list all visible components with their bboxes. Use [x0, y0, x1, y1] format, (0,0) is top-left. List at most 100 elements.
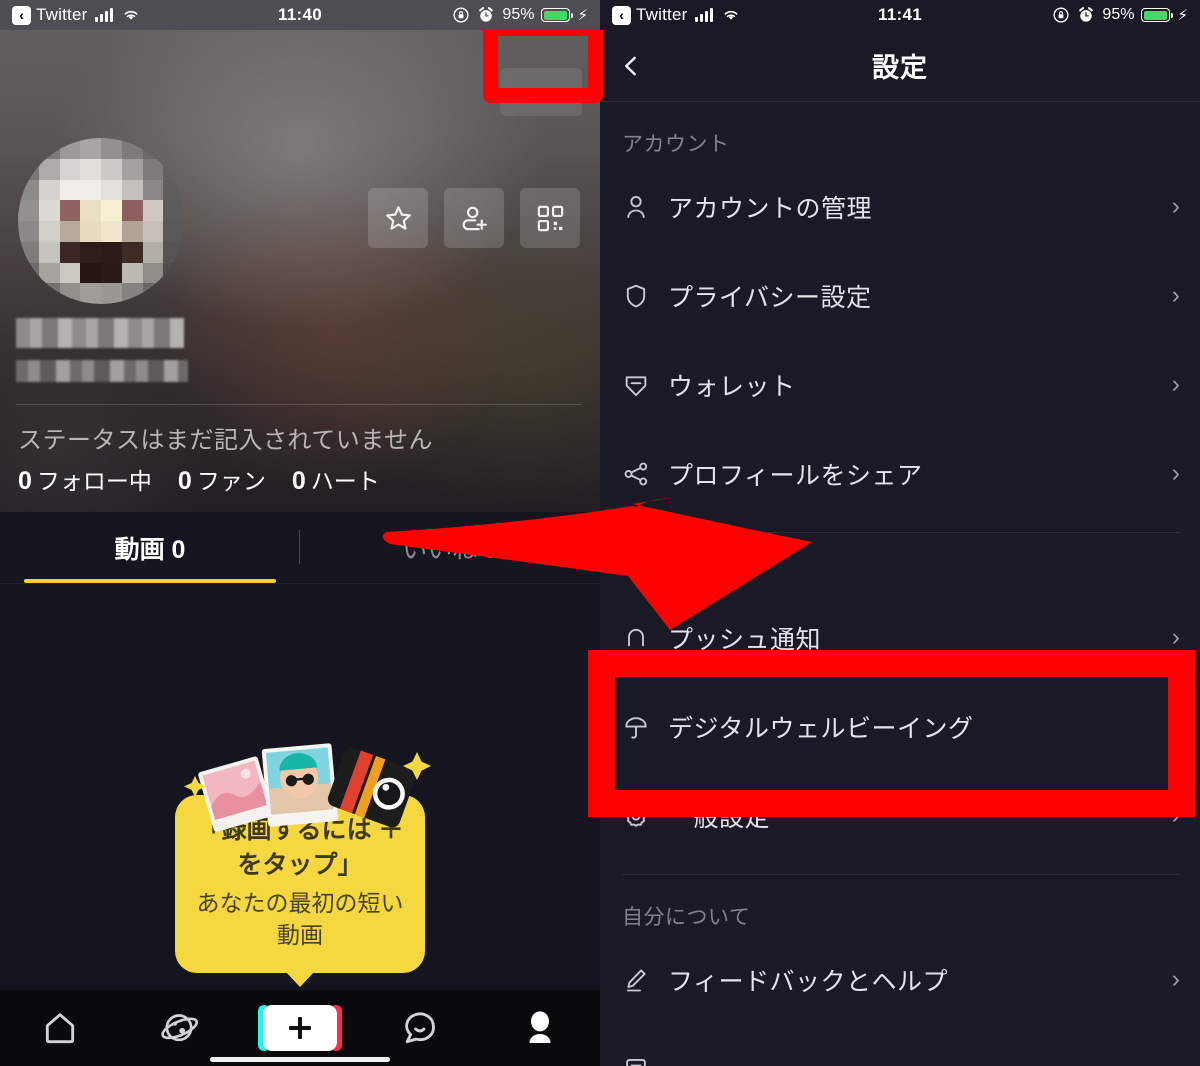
settings-item-push-notifications[interactable]: プッシュ通知 › — [600, 593, 1200, 682]
tab-active-indicator — [24, 579, 276, 583]
username-blurred — [16, 318, 184, 348]
settings-item-share-profile[interactable]: プロフィールをシェア › — [600, 429, 1200, 518]
more-menu-button[interactable] — [500, 68, 582, 116]
section-label-about: 自分について — [622, 906, 751, 929]
section-label-account: アカウント — [622, 133, 730, 156]
qr-code-button[interactable] — [520, 188, 580, 248]
person-add-icon — [462, 206, 487, 230]
chevron-right-icon: › — [1171, 192, 1180, 220]
settings-item-label: デジタルウェルビーイング — [668, 714, 974, 743]
nav-create-wrapper — [240, 1005, 360, 1051]
status-bar-left: ‹ Twitter 11:40 95% ⚡ — [0, 0, 600, 30]
stat-following[interactable]: 0 フォロー中 — [18, 462, 152, 496]
left-phone-screen: ‹ Twitter 11:40 95% ⚡ ステータスはまだ記入されていません … — [0, 0, 600, 1066]
settings-item-label: アカウントの管理 — [668, 194, 873, 223]
nav-discover[interactable] — [120, 1008, 240, 1048]
chevron-right-icon: › — [1171, 965, 1180, 993]
shield-icon — [622, 282, 668, 310]
wifi-icon — [125, 10, 138, 20]
qr-code-icon — [537, 205, 563, 231]
share-icon — [622, 460, 668, 488]
rotation-lock-icon — [1053, 7, 1069, 23]
profile-divider — [16, 404, 582, 405]
tab-liked[interactable]: いいね 0 — [300, 512, 600, 583]
wallet-icon — [622, 371, 668, 399]
person-icon — [529, 1011, 551, 1043]
home-icon — [45, 1013, 75, 1044]
signal-bars-icon — [695, 8, 714, 22]
alarm-icon — [1079, 7, 1094, 22]
battery-percent-right: 95% — [1102, 6, 1135, 23]
settings-item-digital-wellbeing[interactable]: デジタルウェルビーイング › — [600, 682, 1200, 771]
status-back-chip-left[interactable]: ‹ — [12, 5, 31, 25]
blurred-avatar-image — [18, 138, 184, 304]
handle-blurred — [16, 360, 188, 382]
settings-item-feedback-help[interactable]: フィードバックとヘルプ › — [600, 935, 1200, 1024]
rotation-lock-icon — [453, 7, 469, 23]
settings-item-account-management[interactable]: アカウントの管理 › — [600, 162, 1200, 251]
status-bar-right: ‹ Twitter 11:41 95% ⚡ — [600, 0, 1200, 30]
chevron-right-icon: › — [1171, 623, 1180, 651]
status-back-app-left[interactable]: Twitter — [36, 5, 87, 25]
settings-item-wallet[interactable]: ウォレット › — [600, 340, 1200, 429]
nav-create[interactable] — [258, 1005, 342, 1051]
settings-item-label: 一般設定 — [668, 803, 771, 832]
settings-item-label: プライバシー設定 — [668, 283, 872, 312]
profile-action-buttons — [368, 188, 580, 248]
chevron-left-icon — [625, 56, 636, 75]
stat-following-value: 0 — [18, 467, 32, 495]
nav-profile[interactable] — [480, 1008, 600, 1048]
signal-bars-icon — [95, 8, 114, 22]
tab-videos[interactable]: 動画 0 — [0, 512, 300, 583]
profile-tabs: 動画 0 いいね 0 — [0, 512, 600, 584]
stat-fans-value: 0 — [177, 467, 192, 495]
umbrella-icon — [622, 713, 668, 741]
avatar[interactable] — [18, 138, 184, 304]
battery-icon — [541, 8, 574, 22]
settings-item-privacy[interactable]: プライバシー設定 › — [600, 251, 1200, 340]
settings-item-label: フィードバックとヘルプ — [668, 967, 949, 996]
charging-bolt-icon: ⚡ — [577, 7, 588, 24]
stat-hearts[interactable]: 0 ハート — [292, 462, 380, 496]
document-icon — [622, 1055, 668, 1066]
bell-icon — [622, 624, 668, 652]
plus-icon — [289, 1017, 311, 1039]
settings-item-label: ウォレット — [668, 372, 796, 401]
bottom-navigation-bar — [0, 990, 600, 1066]
right-phone-screen: ‹ Twitter 11:41 95% ⚡ 設定 アカウント アカウントの管理 … — [600, 0, 1200, 1066]
planet-icon — [161, 1014, 199, 1042]
settings-item-label: プロフィールをシェア — [668, 461, 923, 490]
home-indicator — [210, 1057, 390, 1062]
settings-navbar: 設定 — [600, 30, 1200, 102]
chevron-right-icon: › — [1171, 370, 1180, 398]
star-icon — [385, 205, 411, 230]
chat-bubble-icon — [405, 1012, 435, 1044]
stat-fans[interactable]: 0 ファン — [178, 462, 266, 496]
chevron-right-icon: › — [1171, 712, 1180, 740]
nav-inbox[interactable] — [360, 1008, 480, 1048]
tooltip-title: 「録画するには ＋ をタップ」 — [196, 816, 404, 879]
status-back-chip-right[interactable]: ‹ — [612, 5, 631, 25]
record-tooltip[interactable]: 「録画するには ＋ をタップ」 あなたの最初の短い 動画 — [175, 795, 425, 974]
stat-hearts-label: ハート — [310, 468, 380, 494]
settings-item-general-settings[interactable]: 一般設定 › — [600, 771, 1200, 860]
profile-stats: 0 フォロー中 0 ファン 0 ハート — [18, 462, 380, 496]
profile-header: ステータスはまだ記入されていません 0 フォロー中 0 ファン 0 ハート — [0, 30, 600, 512]
battery-icon — [1141, 8, 1174, 22]
nav-home[interactable] — [0, 1008, 120, 1048]
chevron-right-icon: › — [1171, 459, 1180, 487]
person-icon — [622, 193, 668, 221]
settings-item-terms-partial[interactable] — [600, 1024, 1200, 1066]
gear-icon — [622, 802, 668, 830]
settings-item-label: プッシュ通知 — [668, 625, 822, 654]
status-placeholder-text[interactable]: ステータスはまだ記入されていません — [18, 420, 433, 455]
stat-hearts-value: 0 — [291, 467, 306, 495]
add-friend-button[interactable] — [444, 188, 504, 248]
status-back-app-right[interactable]: Twitter — [636, 5, 687, 25]
tab-separator — [299, 530, 300, 564]
stat-fans-label: ファン — [196, 468, 266, 494]
back-button[interactable] — [600, 51, 662, 81]
tooltip-subtitle: あなたの最初の短い 動画 — [196, 890, 404, 948]
favorites-button[interactable] — [368, 188, 428, 248]
charging-bolt-icon: ⚡ — [1177, 7, 1188, 24]
